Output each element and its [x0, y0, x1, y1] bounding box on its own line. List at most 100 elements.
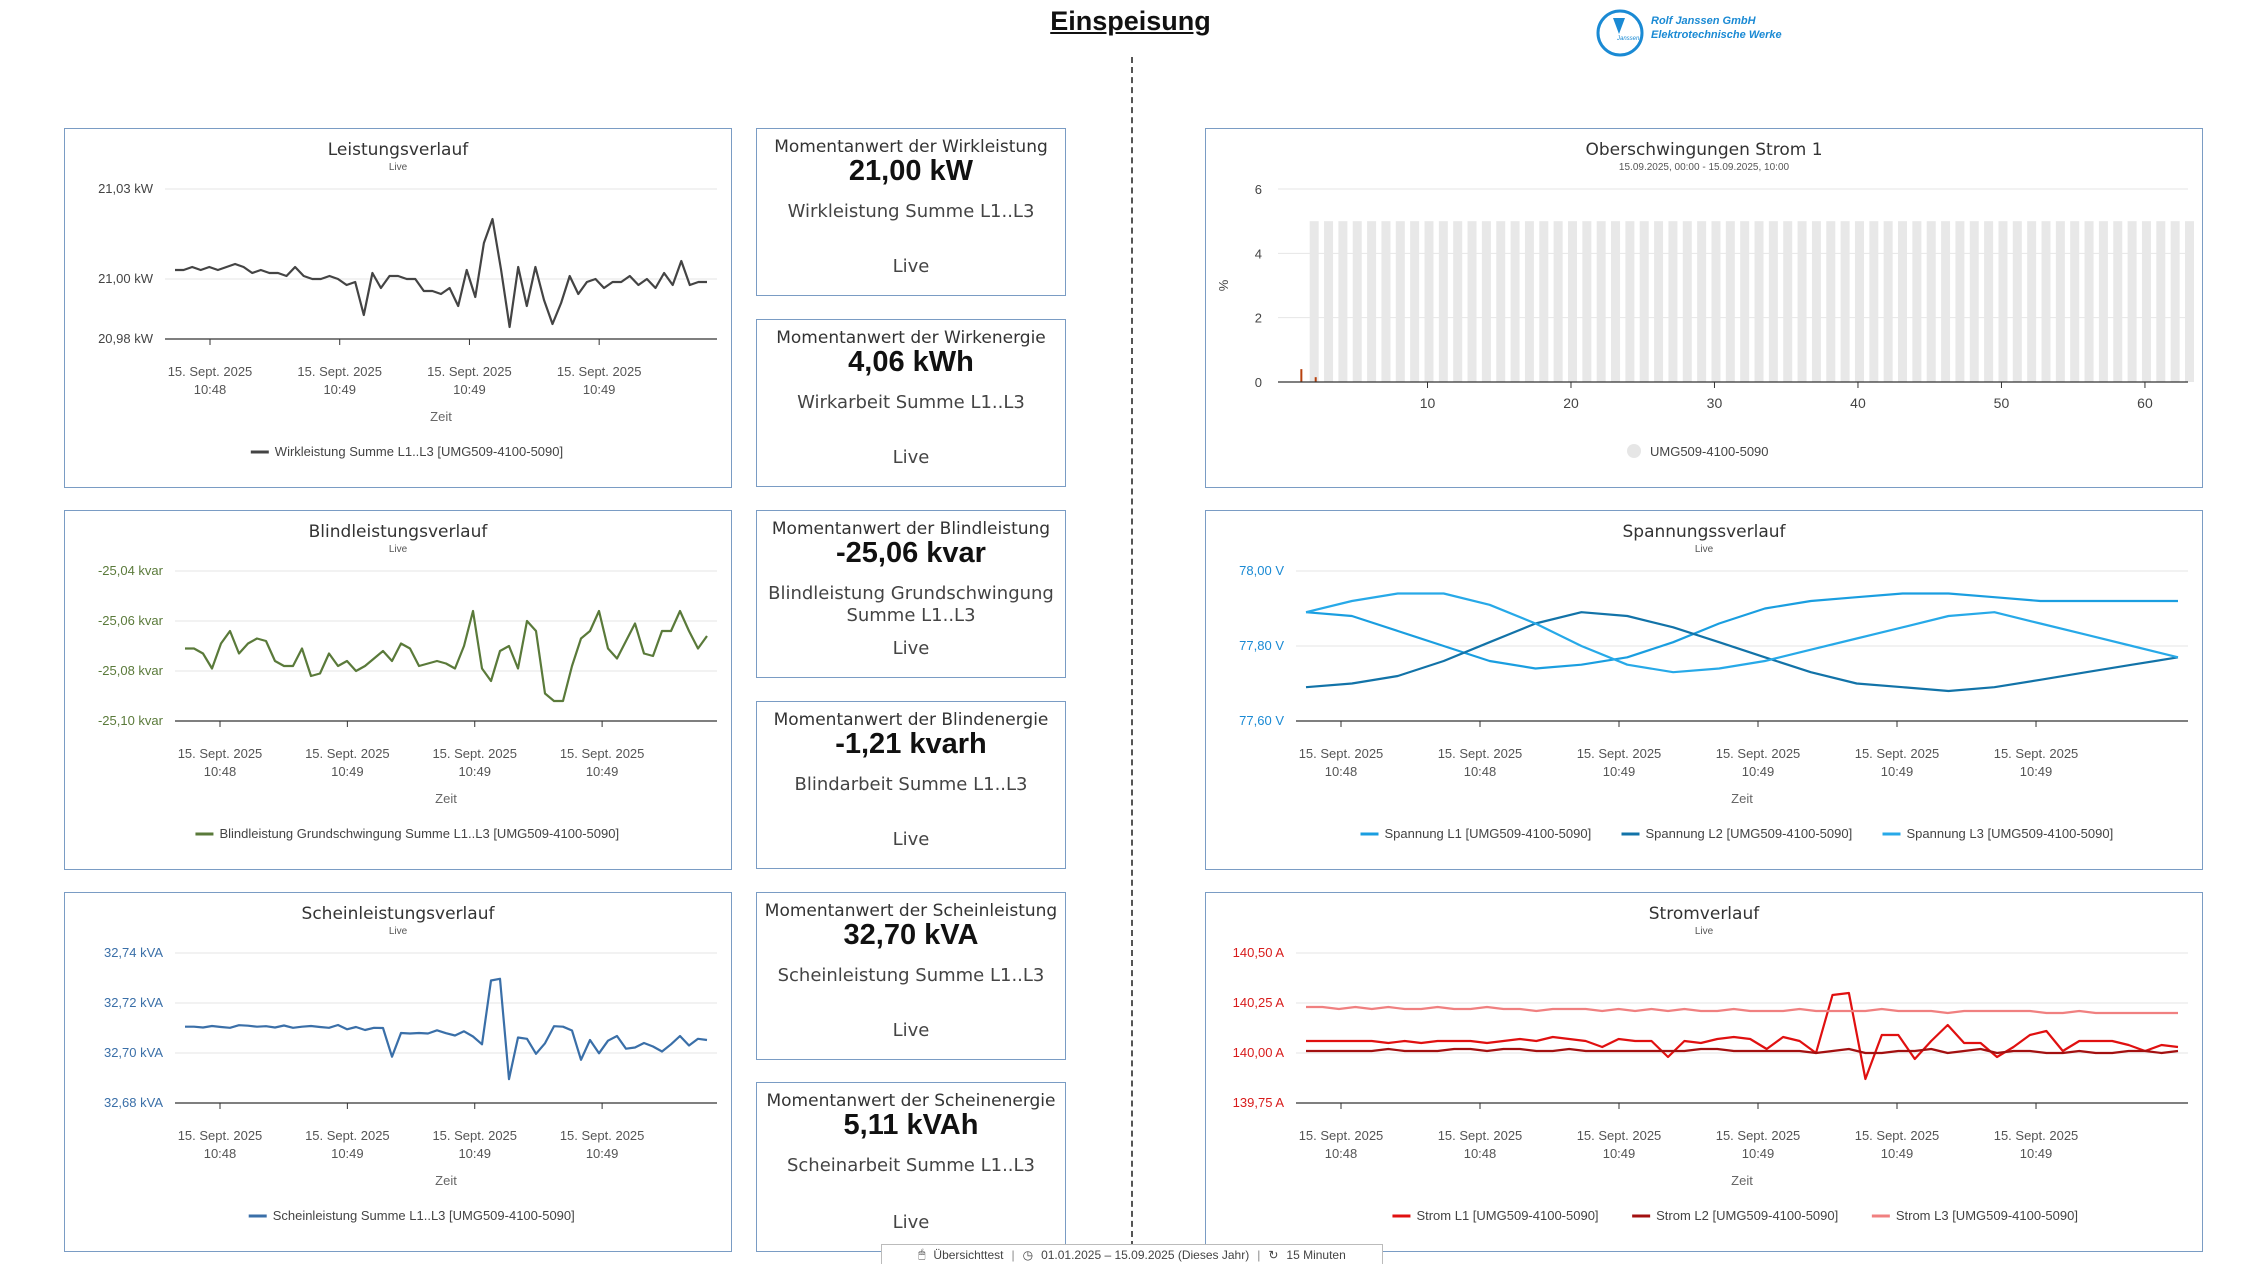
- harmonic-band-bar: [1998, 221, 2008, 382]
- harmonic-band-bar: [1740, 221, 1750, 382]
- blindleistung-line-chart[interactable]: -25,04 kvar -25,06 kvar -25,08 kvar -25,10 …: [65, 511, 733, 871]
- legend-label: Blindleistung Grundschwingung Summe L1..…: [219, 826, 619, 841]
- card-value: 5,11 kVAh: [843, 1109, 979, 1141]
- legend-item[interactable]: UMG509-4100-5090: [1627, 444, 1769, 459]
- x-tick-label: 15. Sept. 2025: [1438, 1128, 1523, 1143]
- x-tick-label: 10:49: [331, 1146, 364, 1161]
- harmonic-band-bar: [2055, 221, 2065, 382]
- series-line: [1305, 611, 2179, 693]
- chart-panel-spannung[interactable]: Spannungssverlauf Live 78,00 V 77,80 V 77,…: [1205, 510, 2203, 870]
- card-title: Momentanwert der Blindleistung: [771, 519, 1051, 539]
- chart-panel-wirkleistung[interactable]: Leistungsverlauf Live 21,03 kW 21,00 kW 20…: [64, 128, 732, 488]
- x-tick-label: 10:48: [1325, 1146, 1358, 1161]
- scheinleistung-line-chart[interactable]: 32,74 kVA 32,72 kVA 32,70 kVA 32,68 kVA 15. …: [65, 893, 733, 1253]
- view-name[interactable]: Übersichttest: [933, 1248, 1003, 1262]
- legend-item[interactable]: Spannung L3 [UMG509-4100-5090]: [1882, 826, 2114, 841]
- spannung-line-chart[interactable]: 78,00 V 77,80 V 77,60 V 15. Sept. 2025 10:48…: [1206, 511, 2204, 871]
- value-card-scheinleistung[interactable]: Momentanwert der Scheinleistung 32,70 kV…: [756, 892, 1066, 1060]
- y-axis-title: %: [1216, 279, 1231, 291]
- harmonic-band-bar: [1869, 221, 1879, 382]
- y-tick-label: 77,80 V: [1239, 638, 1284, 653]
- x-tick-label: 15. Sept. 2025: [1716, 746, 1801, 761]
- harmonic-band-bar: [2012, 221, 2022, 382]
- y-tick-label: 32,72 kVA: [104, 995, 163, 1010]
- oberschwingungen-bar-chart[interactable]: 6420%10 20 30 40 50 60UMG509-4100-5090: [1206, 129, 2204, 489]
- y-tick-label: 140,50 A: [1233, 945, 1285, 960]
- harmonic-band-bar: [2185, 221, 2194, 382]
- series-line: [1305, 592, 2179, 674]
- footer-status-bar: 🖱 Übersichttest | ◷ 01.01.2025 – 15.09.2…: [881, 1244, 1383, 1264]
- value-card-blindleistung[interactable]: Momentanwert der Blindleistung -25,06 kv…: [756, 510, 1066, 678]
- legend-item[interactable]: Strom L1 [UMG509-4100-5090]: [1392, 1208, 1599, 1223]
- value-card-wirkenergie[interactable]: Momentanwert der Wirkenergie 4,06 kWh Wi…: [756, 319, 1066, 487]
- series-line: [1305, 592, 2178, 670]
- chart-panel-scheinleistung[interactable]: Scheinleistungsverlauf Live 32,74 kVA 32,…: [64, 892, 732, 1252]
- legend-item[interactable]: Spannung L1 [UMG509-4100-5090]: [1360, 826, 1592, 841]
- harmonic-band-bar: [1611, 221, 1621, 382]
- legend-item[interactable]: Scheinleistung Summe L1..L3 [UMG509-4100…: [248, 1208, 575, 1223]
- value-card-blindenergie[interactable]: Momentanwert der Blindenergie -1,21 kvar…: [756, 701, 1066, 869]
- harmonic-band-bar: [2098, 221, 2108, 382]
- y-tick-label: -25,10 kvar: [98, 713, 164, 728]
- harmonic-band-bar: [1395, 221, 1405, 382]
- wirkleistung-line-chart[interactable]: 21,03 kW 21,00 kW 20,98 kW 15. Sept. 2025 10…: [65, 129, 733, 489]
- card-live-label: Live: [892, 256, 930, 277]
- harmonic-band-bar: [1711, 221, 1721, 382]
- date-range[interactable]: 01.01.2025 – 15.09.2025 (Dieses Jahr): [1041, 1248, 1249, 1262]
- card-description: Wirkarbeit Summe L1..L3: [797, 392, 1025, 413]
- harmonic-band-bar: [1754, 221, 1764, 382]
- x-tick-label: 20: [1563, 395, 1579, 411]
- x-tick-label: 15. Sept. 2025: [297, 364, 382, 379]
- harmonic-band-bar: [1496, 221, 1506, 382]
- legend-item[interactable]: Strom L3 [UMG509-4100-5090]: [1871, 1208, 2078, 1223]
- x-tick-label: 15. Sept. 2025: [1716, 1128, 1801, 1143]
- card-value: -1,21 kvarh: [835, 728, 987, 760]
- x-tick-label: 10:48: [1464, 1146, 1497, 1161]
- card-live-label: Live: [892, 829, 930, 850]
- x-axis-title: Zeit: [1731, 791, 1753, 806]
- legend-item[interactable]: Strom L2 [UMG509-4100-5090]: [1632, 1208, 1838, 1223]
- company-logo: Janssen Rolf Janssen GmbH Elektrotechnis…: [1595, 8, 1795, 60]
- harmonic-band-bar: [1783, 221, 1793, 382]
- x-tick-label: 15. Sept. 2025: [178, 746, 263, 761]
- harmonic-band-bar: [1567, 221, 1577, 382]
- y-tick-label: -25,04 kvar: [98, 563, 164, 578]
- card-live-label: Live: [892, 1020, 930, 1041]
- value-card-scheinenergie[interactable]: Momentanwert der Scheinenergie 5,11 kVAh…: [756, 1082, 1066, 1252]
- x-tick-label: 15. Sept. 2025: [1855, 1128, 1940, 1143]
- y-tick-label: 21,03 kW: [98, 181, 154, 196]
- x-tick-label: 10:49: [323, 382, 356, 397]
- legend-item[interactable]: Wirkleistung Summe L1..L3 [UMG509-4100-5…: [250, 444, 563, 459]
- refresh-interval[interactable]: 15 Minuten: [1286, 1248, 1345, 1262]
- harmonic-band-bar: [1467, 221, 1477, 382]
- x-tick-label: 10:48: [194, 382, 227, 397]
- y-tick-label: 32,70 kVA: [104, 1045, 163, 1060]
- harmonic-band-bar: [1926, 221, 1936, 382]
- chart-panel-oberschwingungen[interactable]: Oberschwingungen Strom 1 15.09.2025, 00:…: [1205, 128, 2203, 488]
- harmonic-band-bar: [2127, 221, 2137, 382]
- legend-item[interactable]: Spannung L2 [UMG509-4100-5090]: [1621, 826, 1853, 841]
- harmonic-band-bar: [1912, 221, 1922, 382]
- y-tick-label: 140,00 A: [1233, 1045, 1285, 1060]
- x-tick-label: 50: [1994, 395, 2010, 411]
- y-tick-label: -25,08 kvar: [98, 663, 164, 678]
- legend-item[interactable]: Blindleistung Grundschwingung Summe L1..…: [195, 826, 619, 841]
- x-tick-label: 15. Sept. 2025: [1577, 746, 1662, 761]
- legend-label: Strom L3 [UMG509-4100-5090]: [1896, 1208, 2078, 1223]
- x-tick-label: 10:49: [583, 382, 616, 397]
- x-tick-label: 10:49: [1881, 1146, 1914, 1161]
- x-tick-label: 10:48: [1325, 764, 1358, 779]
- harmonic-band-bar: [1539, 221, 1549, 382]
- chart-panel-blindleistung[interactable]: Blindleistungsverlauf Live -25,04 kvar -2…: [64, 510, 732, 870]
- strom-line-chart[interactable]: 140,50 A 140,25 A 140,00 A 139,75 A 15. Sept…: [1206, 893, 2204, 1253]
- card-description: Scheinleistung Summe L1..L3: [777, 965, 1045, 986]
- chart-panel-strom[interactable]: Stromverlauf Live 140,50 A 140,25 A 140,00…: [1205, 892, 2203, 1252]
- harmonic-band-bar: [1453, 221, 1463, 382]
- harmonic-band-bar: [2156, 221, 2166, 382]
- x-tick-label: 10:48: [1464, 764, 1497, 779]
- card-title: Momentanwert der Scheinleistung: [764, 901, 1058, 921]
- x-tick-label: 15. Sept. 2025: [1994, 746, 2079, 761]
- logo-company-name: Rolf Janssen GmbH: [1651, 15, 1756, 27]
- value-card-wirkleistung[interactable]: Momentanwert der Wirkleistung 21,00 kW W…: [756, 128, 1066, 296]
- janssen-logo-icon: Janssen: [1596, 9, 1644, 57]
